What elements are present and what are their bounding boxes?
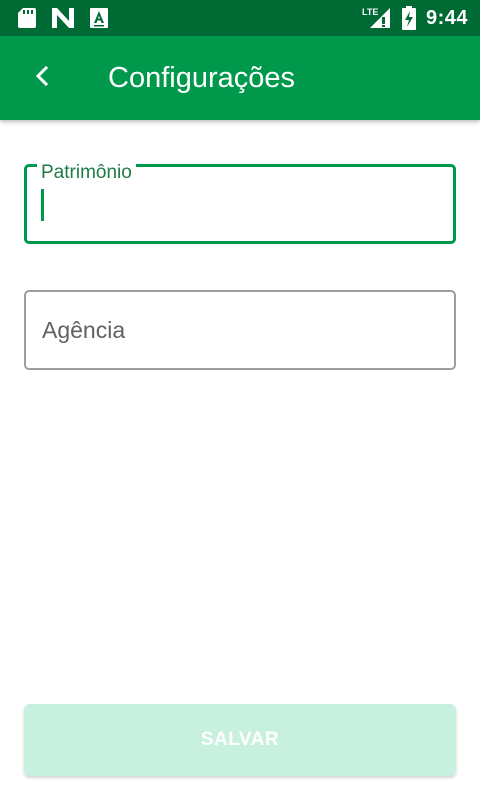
chevron-left-icon	[34, 65, 50, 92]
agencia-field[interactable]: Agência	[24, 290, 456, 370]
lte-signal-icon: LTE	[362, 6, 392, 30]
back-button[interactable]	[22, 58, 62, 98]
battery-charging-icon	[401, 6, 416, 30]
n-logo-icon	[52, 8, 74, 28]
status-system: LTE 9:44	[362, 6, 468, 30]
save-button[interactable]: SALVAR	[24, 704, 456, 776]
app-bar: Configurações	[0, 36, 480, 120]
settings-screen: LTE 9:44 Configurações Patrimônio Agênci…	[0, 0, 480, 800]
sd-card-icon	[18, 8, 36, 28]
patrimonio-field[interactable]: Patrimônio	[24, 158, 456, 244]
svg-text:LTE: LTE	[362, 7, 378, 17]
patrimonio-label: Patrimônio	[37, 158, 136, 188]
agencia-label: Agência	[42, 317, 126, 343]
page-title: Configurações	[108, 62, 295, 94]
keyboard-a-icon	[90, 8, 108, 28]
status-notifications	[18, 8, 108, 28]
status-time: 9:44	[425, 6, 468, 29]
status-bar: LTE 9:44	[0, 0, 480, 36]
patrimonio-input[interactable]	[43, 187, 433, 221]
